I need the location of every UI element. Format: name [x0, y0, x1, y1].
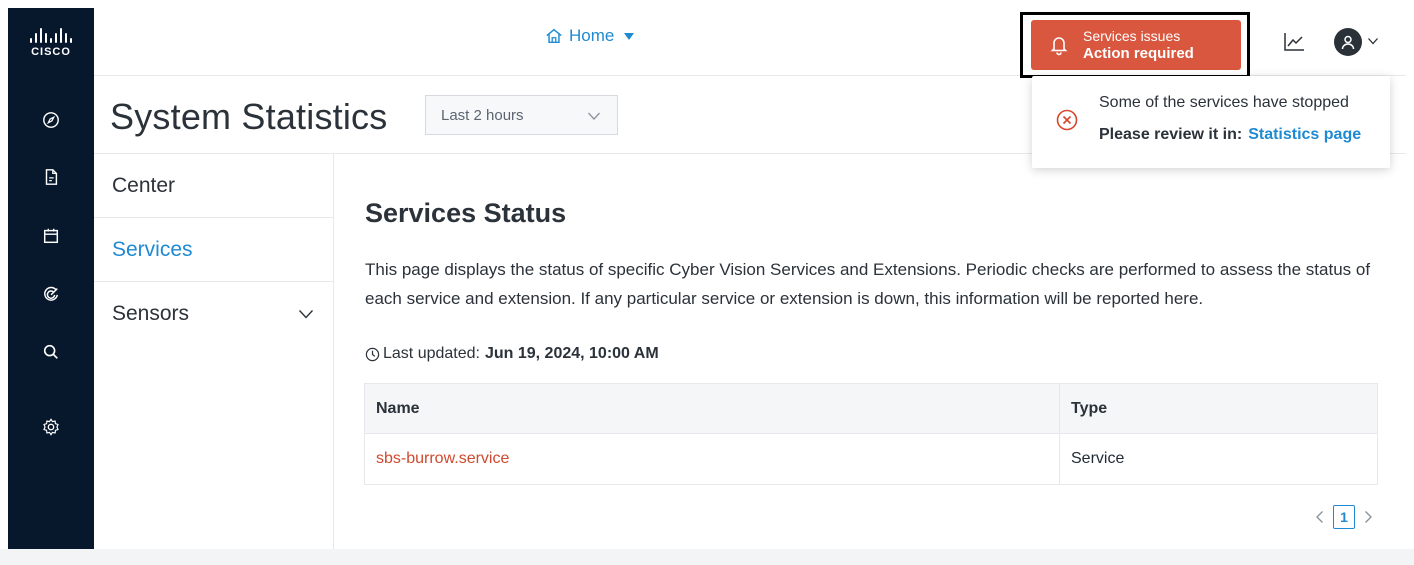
compass-icon [43, 112, 59, 128]
home-label: Home [569, 26, 615, 45]
table-row: sbs-burrow.service Service [365, 434, 1377, 484]
last-updated-label: Last updated: [383, 345, 480, 362]
cisco-logo[interactable]: CISCO [8, 8, 94, 76]
calendar-icon [43, 228, 59, 244]
time-range-select[interactable]: Last 2 hours [425, 95, 618, 135]
nav-reports[interactable] [8, 157, 94, 197]
nav-presets[interactable] [8, 274, 94, 314]
column-header-name[interactable]: Name [365, 384, 1059, 433]
section-description: This page displays the status of specifi… [365, 260, 1371, 308]
preset-icon [44, 286, 59, 301]
alert-line2: Action required [1083, 45, 1194, 62]
sidebar-item-label: Center [112, 173, 176, 197]
bell-icon [1050, 37, 1068, 56]
clock-icon [365, 347, 380, 361]
sidebar-item-center[interactable]: Center [94, 154, 334, 218]
popover-review: Please review it in: Statistics page [1099, 126, 1361, 144]
bottom-strip [0, 549, 1414, 565]
services-issues-button[interactable]: Services issues Action required [1031, 20, 1241, 70]
nav-explore[interactable] [8, 100, 94, 140]
pagination: 1 [1315, 505, 1373, 529]
last-updated: Last updated: Jun 19, 2024, 10:00 AM [365, 345, 659, 363]
home-dropdown[interactable]: Home [545, 26, 635, 46]
alert-line1: Services issues [1083, 28, 1181, 44]
user-avatar[interactable] [1334, 28, 1362, 56]
left-navigation: CISCO [8, 8, 94, 549]
nav-events[interactable] [8, 216, 94, 256]
review-label: Please review it in: [1099, 126, 1243, 143]
table-header: Name Type [365, 384, 1377, 434]
report-icon [45, 169, 58, 185]
chevron-right-icon[interactable] [1363, 510, 1373, 524]
error-circle-icon [1056, 109, 1078, 131]
gear-icon [43, 418, 59, 436]
nav-search[interactable] [8, 332, 94, 372]
logo-text: CISCO [31, 45, 71, 58]
page-title: System Statistics [110, 96, 388, 137]
chevron-down-icon [298, 310, 314, 319]
sidebar-item-label: Sensors [112, 302, 190, 325]
caret-down-icon [624, 32, 635, 40]
chevron-left-icon[interactable] [1315, 510, 1325, 524]
sidebar-item-services[interactable]: Services [94, 218, 334, 282]
statistics-sidebar: Center Services Sensors [94, 154, 334, 549]
time-range-value: Last 2 hours [441, 106, 524, 124]
home-icon [546, 28, 562, 44]
services-table: Name Type sbs-burrow.service Service [364, 383, 1378, 485]
service-type: Service [1059, 434, 1377, 484]
user-icon [1341, 35, 1355, 50]
sidebar-item-label: Services [112, 237, 193, 261]
logo-bars [30, 27, 72, 43]
popover-message: Some of the services have stopped [1099, 94, 1349, 111]
nav-settings[interactable] [8, 407, 94, 447]
service-name-link[interactable]: sbs-burrow.service [365, 434, 1059, 484]
chevron-down-icon [588, 112, 600, 120]
section-title: Services Status [365, 198, 567, 228]
services-status-panel: Services Status This page displays the s… [334, 154, 1406, 549]
alert-text: Services issues Action required [1083, 28, 1194, 62]
sidebar-item-sensors[interactable]: Sensors [94, 282, 334, 346]
last-updated-value: Jun 19, 2024, 10:00 AM [484, 345, 659, 362]
search-icon [43, 344, 58, 359]
statistics-page-link[interactable]: Statistics page [1248, 126, 1361, 143]
chart-icon[interactable] [1283, 32, 1305, 52]
page-number-current[interactable]: 1 [1333, 505, 1355, 529]
column-header-type[interactable]: Type [1059, 384, 1377, 433]
chevron-down-icon[interactable] [1367, 36, 1379, 46]
